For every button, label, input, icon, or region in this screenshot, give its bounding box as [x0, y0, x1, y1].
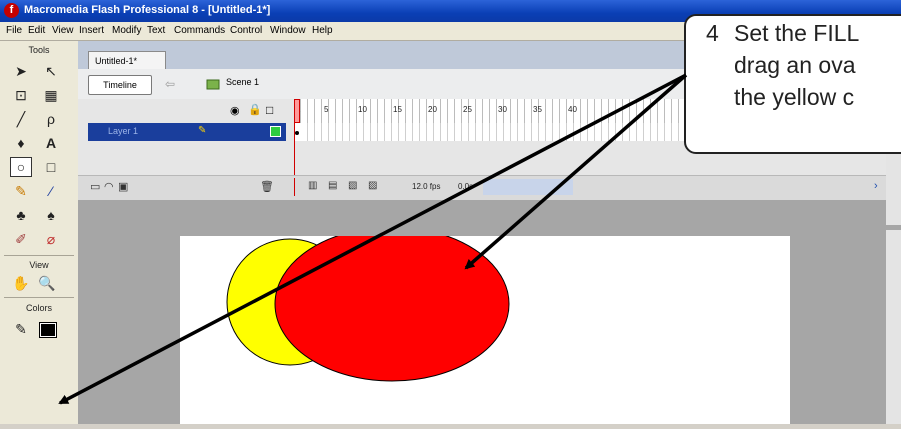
ruler-tick: 40: [568, 105, 577, 114]
red-oval[interactable]: [274, 226, 510, 382]
add-guide-icon[interactable]: ◠: [104, 180, 114, 193]
lock-icon[interactable]: 🔒: [248, 103, 262, 116]
callout-line-3: the yellow c: [734, 84, 855, 110]
menu-insert[interactable]: Insert: [79, 25, 104, 36]
tools-panel: Tools ➤ ↖ ⊡ ▦ ╱ ρ ♦ A ○ □ ✎ ⁄ ♣ ♠ ✐ ⌀ Vi…: [0, 41, 79, 424]
ruler-tick: 15: [393, 105, 402, 114]
ink-bottle-icon[interactable]: ♣: [10, 205, 32, 225]
menu-control[interactable]: Control: [230, 25, 262, 36]
menu-text[interactable]: Text: [147, 25, 165, 36]
timeline-button[interactable]: Timeline: [88, 75, 152, 95]
pen-tool-icon[interactable]: ♦: [10, 133, 32, 153]
fill-transform-icon[interactable]: ▦: [40, 85, 62, 105]
keyframe-dot[interactable]: [295, 131, 299, 135]
center-frame-icon[interactable]: ▥: [308, 180, 317, 191]
view-label: View: [29, 260, 49, 270]
menu-view[interactable]: View: [52, 25, 74, 36]
onion-skin-icon[interactable]: ▤: [328, 180, 337, 191]
subselection-tool-icon[interactable]: ↖: [40, 61, 62, 81]
scene-icon: [206, 77, 220, 90]
eyedropper-icon[interactable]: ✐: [10, 229, 32, 249]
ruler-tick: 20: [428, 105, 437, 114]
layer-outline-color[interactable]: [270, 126, 281, 137]
menu-edit[interactable]: Edit: [28, 25, 45, 36]
layer-row[interactable]: Layer 1 ✎: [88, 123, 286, 141]
ruler-tick: 10: [358, 105, 367, 114]
callout-line-2: drag an ova: [734, 52, 856, 78]
layer-name[interactable]: Layer 1: [108, 126, 138, 136]
menu-file[interactable]: File: [6, 25, 22, 36]
hand-tool-icon[interactable]: ✋: [10, 273, 32, 293]
ruler-tick: 5: [324, 105, 329, 114]
pencil-tool-icon[interactable]: ✎: [10, 181, 32, 201]
add-folder-icon[interactable]: ▣: [118, 180, 128, 193]
edit-multiple-icon[interactable]: ▨: [368, 180, 377, 191]
view-divider: [4, 297, 74, 298]
text-tool-icon[interactable]: A: [40, 133, 62, 153]
flash-app-icon: f: [4, 3, 19, 18]
timeline-footer: ▭ ◠ ▣ 🗑 ▥ ▤ ▧ ▨ 12.0 fps 0.0s ›: [78, 175, 901, 201]
ruler-tick: 35: [533, 105, 542, 114]
stroke-color-icon[interactable]: ✎: [10, 319, 32, 339]
scroll-right-icon[interactable]: ›: [874, 180, 878, 192]
rectangle-tool-icon[interactable]: □: [40, 157, 62, 177]
tools-label: Tools: [28, 45, 50, 55]
frame-rate[interactable]: 12.0 fps: [412, 182, 440, 191]
stage-area: [78, 200, 901, 424]
timeline-hscroll[interactable]: [483, 179, 573, 195]
document-tab[interactable]: Untitled-1*: [88, 51, 166, 69]
ruler-tick: 25: [463, 105, 472, 114]
add-layer-icon[interactable]: ▭: [90, 180, 100, 193]
back-arrow-icon[interactable]: ⇦: [160, 75, 180, 93]
stage-vscroll[interactable]: [886, 230, 901, 424]
menu-window[interactable]: Window: [270, 25, 306, 36]
callout-line-1: Set the FILL: [734, 20, 860, 46]
trash-icon[interactable]: 🗑: [260, 180, 274, 193]
window-title: Macromedia Flash Professional 8 - [Untit…: [24, 4, 271, 16]
menu-modify[interactable]: Modify: [112, 25, 141, 36]
eye-icon[interactable]: ◉: [230, 104, 240, 117]
scene-label[interactable]: Scene 1: [226, 77, 259, 87]
stage-canvas[interactable]: [180, 226, 790, 424]
callout-step-number: 4: [706, 20, 719, 46]
paint-bucket-icon[interactable]: ♠: [40, 205, 62, 225]
ruler-tick: 30: [498, 105, 507, 114]
pencil-edit-icon: ✎: [198, 125, 207, 136]
colors-label: Colors: [25, 303, 52, 313]
fill-color-swatch[interactable]: [39, 322, 57, 338]
outline-icon[interactable]: □: [266, 103, 273, 117]
selection-tool-icon[interactable]: ➤: [10, 61, 32, 81]
zoom-tool-icon[interactable]: 🔍: [36, 273, 58, 293]
tools-divider: [4, 255, 74, 256]
elapsed-time: 0.0s: [458, 182, 474, 191]
brush-tool-icon[interactable]: ⁄: [40, 181, 62, 201]
playhead[interactable]: [294, 99, 300, 123]
line-tool-icon[interactable]: ╱: [10, 109, 32, 129]
eraser-icon[interactable]: ⌀: [40, 229, 62, 249]
menu-commands[interactable]: Commands: [174, 25, 225, 36]
lasso-tool-icon[interactable]: ρ: [40, 109, 62, 129]
onion-outline-icon[interactable]: ▧: [348, 180, 357, 191]
menu-help[interactable]: Help: [312, 25, 333, 36]
instruction-callout: 4 Set the FILL drag an ova the yellow c: [684, 14, 901, 154]
free-transform-icon[interactable]: ⊡: [10, 85, 32, 105]
oval-tool-icon[interactable]: ○: [10, 157, 32, 177]
